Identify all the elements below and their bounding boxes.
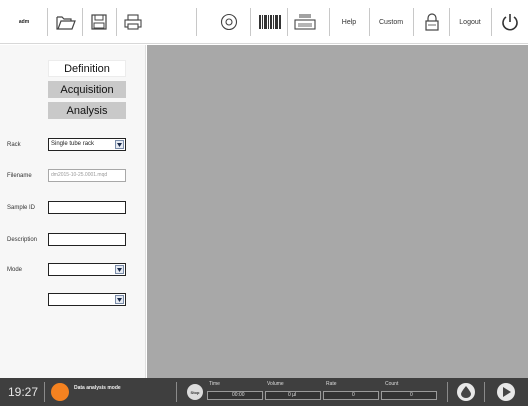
print-button[interactable] <box>120 5 146 39</box>
status-divider <box>176 382 177 402</box>
tray-button[interactable] <box>291 5 319 39</box>
open-button[interactable] <box>53 5 79 39</box>
rack-select[interactable]: Single tube rack <box>48 138 126 151</box>
droplet-button[interactable] <box>457 383 475 401</box>
toolbar-divider <box>449 8 450 36</box>
nav-acquisition[interactable]: Acquisition <box>48 81 126 98</box>
mode-label: Mode <box>7 267 23 273</box>
volume-value: 0 µl <box>288 392 297 398</box>
toolbar-divider <box>413 8 414 36</box>
status-divider <box>44 382 45 402</box>
help-button[interactable]: Help <box>333 5 365 39</box>
toolbar-divider <box>250 8 251 36</box>
lock-button[interactable] <box>418 5 446 39</box>
description-label: Description <box>7 237 38 243</box>
print-icon <box>124 14 142 30</box>
toolbar-divider <box>329 8 330 36</box>
chevron-down-icon <box>115 295 124 304</box>
filename-label: Filename <box>7 173 32 179</box>
nav-analysis[interactable]: Analysis <box>48 102 126 119</box>
time-value: 00:00 <box>232 392 245 398</box>
definition-panel: Definition Acquisition Analysis Rack Sin… <box>0 45 146 378</box>
custom-button[interactable]: Custom <box>372 5 410 39</box>
droplet-icon <box>461 386 471 398</box>
toolbar: adm Help Custom Logout <box>0 0 528 44</box>
count-box <box>381 391 437 400</box>
save-button[interactable] <box>86 5 112 39</box>
mode-select[interactable] <box>48 263 126 276</box>
rate-label: Rate <box>326 381 337 387</box>
status-indicator <box>51 383 69 401</box>
chevron-down-icon <box>115 140 124 149</box>
toolbar-divider <box>47 8 48 36</box>
help-label: Help <box>341 18 357 26</box>
barcode-button[interactable] <box>256 5 284 39</box>
count-label: Count <box>385 381 399 387</box>
power-icon <box>502 14 518 31</box>
clock: 19:27 <box>8 385 39 399</box>
nav-definition[interactable]: Definition <box>48 60 126 77</box>
target-icon <box>220 13 238 31</box>
status-divider <box>484 382 485 402</box>
power-button[interactable] <box>498 5 522 39</box>
time-label: Time <box>209 381 220 387</box>
rack-label: Rack <box>7 142 21 148</box>
toolbar-divider <box>196 8 197 36</box>
rate-value: 0 <box>352 392 355 398</box>
logout-label: Logout <box>459 18 481 26</box>
description-field[interactable] <box>48 233 126 246</box>
count-value: 0 <box>410 392 413 398</box>
sample-id-field[interactable] <box>48 201 126 214</box>
barcode-icon <box>259 15 281 29</box>
folder-open-icon <box>56 16 76 30</box>
save-icon <box>91 14 107 30</box>
status-divider <box>447 382 448 402</box>
toolbar-divider <box>491 8 492 36</box>
stop-label: Stop <box>190 389 200 395</box>
admin-user-label: adm <box>18 19 30 25</box>
filename-field: dm2015-10-25.0001.mqd <box>48 169 126 182</box>
printer-tray-icon <box>294 14 316 30</box>
sample-id-label: Sample ID <box>7 205 36 211</box>
toolbar-divider <box>82 8 83 36</box>
target-button[interactable] <box>218 5 240 39</box>
volume-label: Volume <box>267 381 284 387</box>
custom-label: Custom <box>378 18 404 26</box>
toolbar-divider <box>369 8 370 36</box>
status-bar: 19:27 Data analysis mode Stop Time 00:00… <box>0 378 528 406</box>
stop-button[interactable]: Stop <box>187 384 203 400</box>
play-button[interactable] <box>497 383 515 401</box>
secondary-select[interactable] <box>48 293 126 306</box>
rack-select-value: Single tube rack <box>51 141 95 147</box>
chevron-down-icon <box>115 265 124 274</box>
mode-status: Data analysis mode <box>74 385 121 391</box>
rate-box <box>323 391 379 400</box>
play-icon <box>502 387 511 397</box>
toolbar-divider <box>287 8 288 36</box>
admin-user-button[interactable]: adm <box>12 5 36 39</box>
logout-button[interactable]: Logout <box>453 5 487 39</box>
lock-icon <box>425 13 439 31</box>
main-workspace <box>147 45 528 378</box>
toolbar-divider <box>116 8 117 36</box>
